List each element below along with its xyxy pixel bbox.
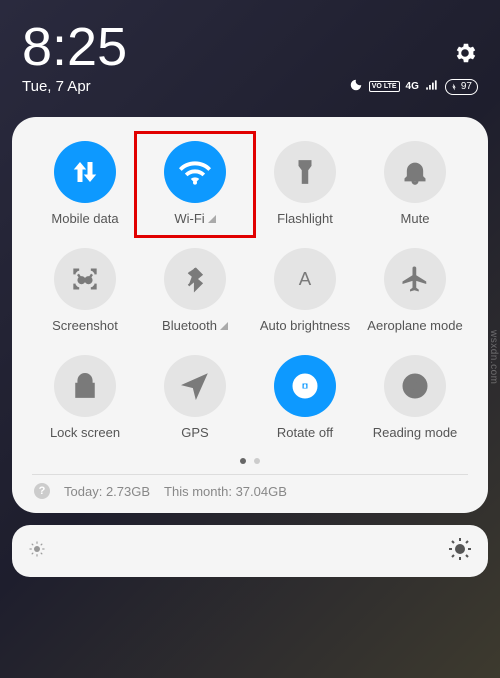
tile-label: Mute: [401, 211, 430, 226]
data-icon[interactable]: [54, 141, 116, 203]
tile-flashlight[interactable]: Flashlight: [250, 141, 360, 226]
bell-icon[interactable]: [384, 141, 446, 203]
page-dot-1[interactable]: [240, 458, 246, 464]
dnd-moon-icon: [349, 78, 363, 95]
svg-text:A: A: [299, 268, 312, 289]
network-4g: 4G: [406, 81, 419, 92]
gps-icon[interactable]: [164, 355, 226, 417]
tile-label: Screenshot: [52, 318, 118, 333]
tile-bell[interactable]: Mute: [360, 141, 470, 226]
tile-label: Reading mode: [373, 425, 458, 440]
tile-autobright[interactable]: A Auto brightness: [250, 248, 360, 333]
airplane-icon[interactable]: [384, 248, 446, 310]
flashlight-icon[interactable]: [274, 141, 336, 203]
tile-bluetooth[interactable]: Bluetooth: [140, 248, 250, 333]
tile-rotate[interactable]: Rotate off: [250, 355, 360, 440]
battery-indicator: 97: [445, 79, 478, 95]
tile-label: Aeroplane mode: [367, 318, 462, 333]
tile-lock[interactable]: Lock screen: [30, 355, 140, 440]
tile-data[interactable]: Mobile data: [30, 141, 140, 226]
tile-label: Flashlight: [277, 211, 333, 226]
tile-label: Rotate off: [277, 425, 333, 440]
divider: [32, 474, 468, 475]
tile-airplane[interactable]: Aeroplane mode: [360, 248, 470, 333]
tutorial-highlight: [134, 131, 256, 238]
data-usage-row[interactable]: ? Today: 2.73GB This month: 37.04GB: [30, 483, 470, 501]
expand-caret-icon[interactable]: [220, 318, 228, 333]
brightness-slider[interactable]: [12, 525, 488, 577]
lock-icon[interactable]: [54, 355, 116, 417]
tile-label: Auto brightness: [260, 318, 350, 333]
page-indicator: [30, 458, 470, 464]
tile-reading[interactable]: Reading mode: [360, 355, 470, 440]
tile-gps[interactable]: GPS: [140, 355, 250, 440]
brightness-high-icon: [448, 537, 472, 566]
watermark: wsxdn.com: [489, 330, 500, 385]
brightness-low-icon: [28, 540, 46, 563]
tile-label: Lock screen: [50, 425, 120, 440]
screenshot-icon[interactable]: [54, 248, 116, 310]
bluetooth-icon[interactable]: [164, 248, 226, 310]
volte-badge: VO LTE: [369, 81, 400, 92]
tile-label: GPS: [181, 425, 208, 440]
tile-label: Bluetooth: [162, 318, 228, 333]
signal-bars-icon: [425, 78, 439, 95]
status-bar: 8:25 Tue, 7 Apr VO LTE 4G 97: [0, 0, 500, 103]
autobright-icon[interactable]: A: [274, 248, 336, 310]
rotate-icon[interactable]: [274, 355, 336, 417]
reading-icon[interactable]: [384, 355, 446, 417]
page-dot-2[interactable]: [254, 458, 260, 464]
info-icon: ?: [34, 483, 50, 499]
status-indicators: VO LTE 4G 97: [349, 78, 478, 95]
tile-label: Mobile data: [51, 211, 118, 226]
status-date: Tue, 7 Apr: [22, 78, 91, 95]
status-time: 8:25: [22, 20, 478, 74]
settings-button[interactable]: [452, 40, 478, 71]
tile-screenshot[interactable]: Screenshot: [30, 248, 140, 333]
